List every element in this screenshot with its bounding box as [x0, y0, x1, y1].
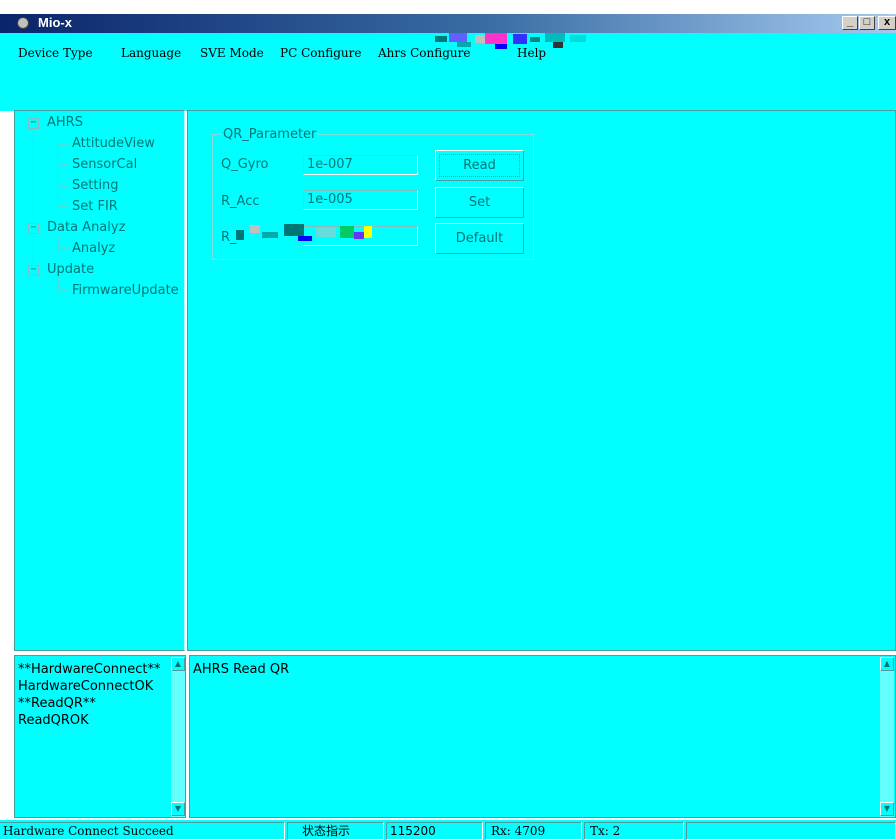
log-line: AHRS Read QR: [193, 662, 290, 677]
status-baud-rate: 115200: [386, 822, 483, 840]
tree-item-firmwareupdate[interactable]: FirmwareUpdate: [72, 282, 179, 300]
tree-collapse-ahrs-icon[interactable]: −: [28, 118, 39, 129]
log-line: ReadQROK: [18, 713, 89, 728]
tree-item-data-analyz[interactable]: Data Analyz: [47, 219, 125, 237]
qr-parameter-group-label: QR_Parameter: [221, 127, 319, 142]
minimize-button[interactable]: _: [842, 16, 858, 30]
app-icon[interactable]: [17, 17, 29, 29]
title-bar[interactable]: [0, 14, 896, 33]
output-log-scrollbar[interactable]: [880, 657, 894, 817]
scroll-down-arrow-icon[interactable]: ▼: [880, 802, 894, 816]
log-line: HardwareConnectOK: [18, 679, 154, 694]
status-tx-count: Tx: 2: [584, 822, 684, 840]
menu-language[interactable]: Language: [121, 46, 181, 60]
scroll-down-arrow-icon[interactable]: ▼: [171, 802, 185, 816]
render-artifact: [435, 33, 586, 49]
read-button[interactable]: Read: [435, 150, 524, 181]
status-message: Hardware Connect Succeed: [0, 822, 285, 840]
tree-item-attitudeview[interactable]: AttitudeView: [72, 135, 155, 153]
output-log[interactable]: AHRS Read QR ▲ ▼: [189, 655, 896, 818]
tree-item-set-fir[interactable]: Set FIR: [72, 198, 118, 216]
status-extra: [686, 822, 896, 840]
close-button[interactable]: x: [878, 16, 896, 30]
q-gyro-input[interactable]: 1e-007: [303, 155, 418, 175]
log-line: **HardwareConnect**: [18, 662, 161, 677]
scroll-up-arrow-icon[interactable]: ▲: [171, 657, 185, 671]
menu-device-type[interactable]: Device Type: [18, 46, 93, 60]
set-button[interactable]: Set: [435, 187, 524, 218]
menu-pc-configure[interactable]: PC Configure: [280, 46, 361, 60]
command-log[interactable]: **HardwareConnect** HardwareConnectOK **…: [14, 655, 186, 818]
tree-collapse-update-icon[interactable]: −: [28, 265, 39, 276]
render-artifact: [236, 224, 372, 241]
tree-collapse-data-analyz-icon[interactable]: −: [28, 223, 39, 234]
command-log-scrollbar[interactable]: [171, 657, 185, 817]
tree-item-analyz[interactable]: Analyz: [72, 240, 115, 258]
maximize-button[interactable]: □: [859, 16, 875, 30]
scroll-up-arrow-icon[interactable]: ▲: [880, 657, 894, 671]
tree-item-update[interactable]: Update: [47, 261, 94, 279]
log-line: **ReadQR**: [18, 696, 96, 711]
q-gyro-label: Q_Gyro: [221, 157, 269, 172]
tree-item-sensorcal[interactable]: SensorCal: [72, 156, 137, 174]
status-rx-count: Rx: 4709: [485, 822, 582, 840]
default-button[interactable]: Default: [435, 223, 524, 254]
r-acc-input[interactable]: 1e-005: [303, 190, 418, 210]
menu-sve-mode[interactable]: SVE Mode: [200, 46, 264, 60]
tree-item-setting[interactable]: Setting: [72, 177, 119, 195]
r-label: R_: [221, 230, 237, 245]
window-title: Mio-x: [38, 15, 72, 30]
status-indicator: 状态指示: [287, 822, 384, 840]
r-acc-label: R_Acc: [221, 194, 260, 209]
tree-item-ahrs[interactable]: AHRS: [47, 114, 83, 132]
status-bar: Hardware Connect Succeed 状态指示 115200 Rx:…: [0, 820, 896, 840]
